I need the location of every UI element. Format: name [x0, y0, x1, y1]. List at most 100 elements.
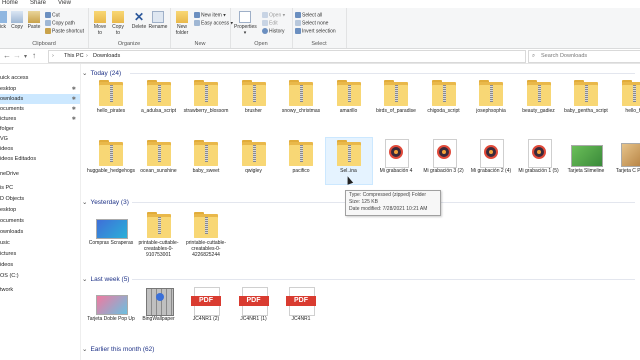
group-header-last-week[interactable]: ⌄ Last week (5) [82, 275, 129, 283]
delete-button[interactable]: ✕ Delete [131, 11, 147, 30]
zip-folder-icon [237, 79, 271, 106]
file-item[interactable]: ocean_sunshine [136, 138, 182, 184]
file-item[interactable]: Mi grabación 3 (2) [421, 138, 467, 184]
copy-button[interactable]: Copy [9, 11, 25, 30]
nav-item-folger[interactable]: folger [0, 124, 80, 134]
file-item[interactable]: amarillo [326, 78, 372, 124]
back-arrow-icon[interactable]: ← [3, 51, 11, 60]
history-button[interactable]: History [262, 28, 285, 35]
file-item[interactable]: hello_h [611, 78, 640, 124]
copy-to-button[interactable]: Copy to [110, 11, 126, 36]
nav-item-network[interactable]: twork [0, 285, 80, 295]
nav-item-pictures[interactable]: ictures ✱ [0, 114, 80, 124]
group-header-yesterday[interactable]: ⌄ Yesterday (3) [82, 198, 129, 206]
rename-button[interactable]: Rename [148, 11, 168, 30]
new-item-button[interactable]: New item ▾ [194, 12, 226, 19]
file-name: ocean_sunshine [140, 168, 177, 174]
address-path-box[interactable]: › This PC › Downloads [48, 50, 526, 63]
file-name: huggable_hedgehogs [86, 168, 136, 174]
select-none-button[interactable]: Select none [295, 20, 328, 27]
nav-label: ownloads [0, 229, 24, 235]
tab-share[interactable]: Share [30, 0, 46, 6]
pdf-file-icon: PDF [284, 287, 318, 316]
scissors-icon [45, 12, 51, 18]
file-item[interactable]: baby_sweet [183, 138, 229, 184]
nav-item-svg[interactable]: VG [0, 134, 80, 144]
up-arrow-icon[interactable]: ↑ [32, 51, 36, 60]
properties-button[interactable]: Properties ▾ [234, 11, 257, 36]
pin-to-quick-access-button[interactable]: ick [0, 11, 8, 30]
file-item[interactable]: Compras Scraperas [88, 210, 134, 256]
nav-label: is PC [0, 185, 14, 191]
file-item[interactable]: PDF JC4NR1 (1) [231, 286, 277, 332]
file-item[interactable]: Mi grabación 2 (4) [468, 138, 514, 184]
copy-path-icon [45, 20, 51, 26]
file-item[interactable]: brusher [231, 78, 277, 124]
paste-button[interactable]: Paste [26, 11, 42, 30]
file-item[interactable]: josephsophia [468, 78, 514, 124]
file-item[interactable]: huggable_hedgehogs [86, 138, 136, 184]
cut-button[interactable]: Cut [45, 12, 60, 19]
nav-item-quick-access[interactable]: uick access [0, 73, 80, 83]
file-item[interactable]: strawberry_blossom [183, 78, 229, 124]
file-item[interactable]: printable-cuttable-creatables-0-91075300… [136, 210, 182, 258]
copy-path-button[interactable]: Copy path [45, 20, 75, 27]
tab-home[interactable]: Home [2, 0, 18, 6]
file-item[interactable]: PDF JC4NR1 [278, 286, 324, 332]
nav-item-pc-desktop[interactable]: esktop [0, 205, 80, 215]
move-to-label: Move to [93, 24, 107, 36]
breadcrumb-downloads[interactable]: Downloads [93, 53, 120, 59]
nav-item-os-c[interactable]: OS (C:) [0, 271, 80, 281]
file-item[interactable]: beauty_gadiez [516, 78, 562, 124]
nav-item-this-pc[interactable]: is PC [0, 183, 80, 193]
file-item[interactable]: birds_of_paradise [373, 78, 419, 124]
search-input[interactable]: ⌕ Search Downloads [528, 50, 640, 63]
breadcrumb-this-pc[interactable]: This PC [64, 53, 84, 59]
zip-folder-icon [617, 79, 640, 106]
file-item[interactable]: PDF JC4NR1 (2) [183, 286, 229, 332]
file-item[interactable]: Tarjeta C Pop U [611, 138, 640, 184]
file-item[interactable]: qwigley [231, 138, 277, 184]
nav-item-onedrive[interactable]: neDrive [0, 169, 80, 179]
recent-dropdown-icon[interactable]: ▾ [24, 53, 27, 60]
zip-folder-icon [142, 79, 176, 106]
file-item[interactable]: BingWallpaper [136, 286, 182, 332]
file-item[interactable]: Tarjeta Doble Pop Up [87, 286, 135, 332]
file-item[interactable]: printable-cuttable-creatables-0-42268252… [183, 210, 229, 258]
edit-button[interactable]: Edit [262, 20, 278, 27]
easy-access-button[interactable]: Easy access ▾ [194, 20, 233, 27]
nav-item-videos-editados[interactable]: ideos Editados [0, 154, 80, 164]
nav-item-videos[interactable]: ideos [0, 144, 80, 154]
forward-arrow-icon[interactable]: → [13, 51, 21, 60]
zip-folder-icon [94, 79, 128, 106]
select-all-button[interactable]: Select all [295, 12, 322, 19]
new-folder-button[interactable]: New folder [173, 11, 191, 36]
file-item[interactable]: Mi grabación 1 (5) [516, 138, 562, 184]
open-button[interactable]: Open ▾ [262, 12, 285, 19]
nav-item-music[interactable]: usic [0, 238, 80, 248]
nav-item-desktop[interactable]: esktop ✱ [0, 84, 80, 94]
tab-view[interactable]: View [58, 0, 71, 6]
file-item[interactable]: Mi grabación 4 [373, 138, 419, 184]
invert-selection-icon [295, 28, 301, 34]
nav-item-pc-pictures[interactable]: ictures [0, 249, 80, 259]
file-item[interactable]: Tarjeta Slimeline [563, 138, 609, 184]
file-item[interactable]: chigoda_script [421, 78, 467, 124]
nav-item-pc-documents[interactable]: ocuments [0, 216, 80, 226]
file-item[interactable]: baby_gentha_script [563, 78, 609, 124]
copy-label: Copy [11, 24, 23, 30]
file-item[interactable]: a_adulsa_script [136, 78, 182, 124]
nav-item-3d-objects[interactable]: D Objects [0, 194, 80, 204]
group-header-today[interactable]: ⌄ Today (24) [82, 69, 121, 77]
nav-item-pc-videos[interactable]: ideos [0, 260, 80, 270]
invert-selection-button[interactable]: Invert selection [295, 28, 336, 35]
nav-item-pc-downloads[interactable]: ownloads [0, 227, 80, 237]
file-item[interactable]: hello_pirates [88, 78, 134, 124]
nav-item-downloads[interactable]: ownloads ✱ [0, 94, 80, 104]
nav-item-documents[interactable]: ocuments ✱ [0, 104, 80, 114]
group-header-earlier[interactable]: ⌄ Earlier this month (62) [82, 345, 154, 353]
file-item[interactable]: pacifico [278, 138, 324, 184]
file-item[interactable]: snowy_christmas [278, 78, 324, 124]
move-to-button[interactable]: Move to [92, 11, 108, 36]
paste-shortcut-button[interactable]: Paste shortcut [45, 28, 84, 35]
